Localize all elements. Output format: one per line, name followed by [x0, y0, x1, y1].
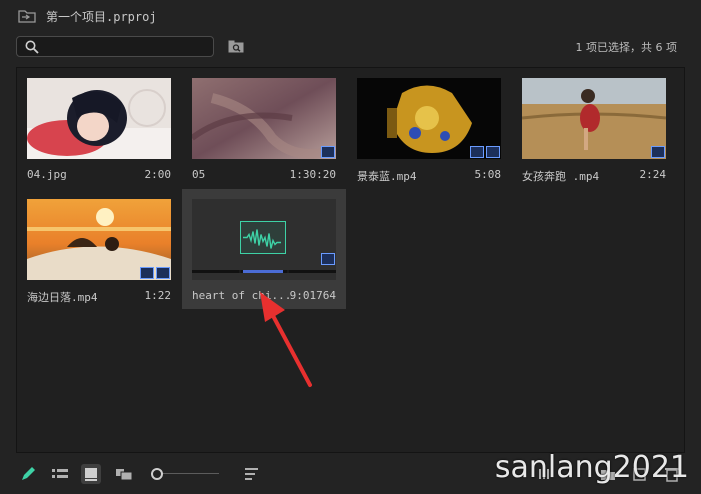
find-bin-icon[interactable]: [228, 40, 244, 53]
scrub-ticks: [239, 270, 289, 273]
selection-status: 1 项已选择，共 6 项: [575, 41, 678, 54]
panel-header: 第一个项目.prproj: [0, 0, 701, 32]
item-duration: 2:24: [639, 168, 667, 181]
pencil-icon[interactable]: [18, 464, 38, 484]
audio-track-badge-icon: [156, 267, 170, 279]
bin-icon: [18, 10, 36, 23]
video-track-badge-icon: [651, 146, 665, 158]
item-thumbnail: [192, 78, 336, 159]
project-item[interactable]: 女孩奔跑 .mp4 2:24: [512, 68, 676, 188]
item-name: 女孩奔跑 .mp4: [522, 170, 600, 183]
item-duration: 9:01764: [289, 289, 336, 302]
item-name: heart of chi...: [192, 289, 292, 302]
watermark: sanlang2021: [494, 450, 689, 485]
item-name: 05: [192, 168, 206, 181]
zoom-slider-handle[interactable]: [151, 468, 163, 480]
item-thumbnail: [27, 199, 171, 280]
project-item[interactable]: 景泰蓝.mp4 5:08: [347, 68, 511, 188]
list-view-icon[interactable]: [50, 464, 70, 484]
item-thumbnail: [522, 78, 666, 159]
sort-icon[interactable]: [242, 464, 262, 484]
item-duration: 5:08: [474, 168, 502, 181]
freeform-view-icon[interactable]: [114, 464, 134, 484]
item-thumbnail: [192, 199, 336, 280]
audio-track-badge-icon: [486, 146, 500, 158]
item-duration: 1:22: [144, 289, 172, 302]
project-title: 第一个项目.prproj: [46, 10, 157, 24]
project-item[interactable]: 05 1:30:20: [182, 68, 346, 188]
project-items-grid: 04.jpg 2:00 05 1:30:20 景泰蓝.mp4 5:08 女孩奔跑…: [16, 67, 685, 453]
item-duration: 2:00: [144, 168, 172, 181]
zoom-slider[interactable]: [162, 473, 219, 474]
item-name: 04.jpg: [27, 168, 67, 181]
video-track-badge-icon: [470, 146, 484, 158]
icon-view-icon[interactable]: [81, 464, 101, 484]
project-item[interactable]: 04.jpg 2:00: [17, 68, 181, 188]
audio-track-badge-icon: [321, 253, 335, 265]
item-duration: 1:30:20: [289, 168, 336, 181]
item-thumbnail: [357, 78, 501, 159]
search-input[interactable]: [16, 36, 214, 57]
video-track-badge-icon: [140, 267, 154, 279]
item-name: 海边日落.mp4: [27, 291, 98, 304]
sequence-badge-icon: [321, 146, 335, 158]
item-name: 景泰蓝.mp4: [357, 170, 417, 183]
item-thumbnail: [27, 78, 171, 159]
project-item-selected[interactable]: heart of chi... 9:01764: [182, 189, 346, 309]
search-icon: [25, 40, 39, 54]
project-item[interactable]: 海边日落.mp4 1:22: [17, 189, 181, 309]
audio-waveform-icon: [240, 221, 286, 254]
